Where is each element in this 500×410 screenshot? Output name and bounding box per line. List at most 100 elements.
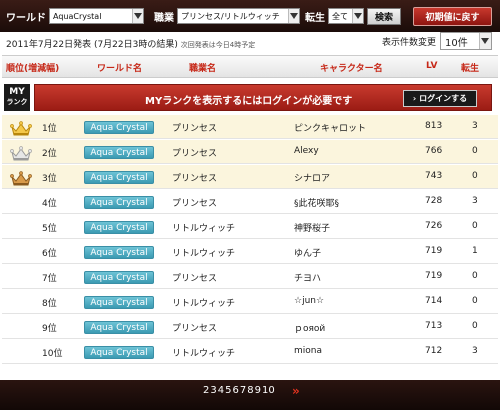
character-cell: シナロア: [294, 174, 331, 184]
rebirth-cell: 0: [472, 321, 478, 331]
rebirth-cell: 3: [472, 121, 478, 131]
lv-cell: 726: [425, 221, 443, 231]
job-cell: プリンセス: [172, 149, 218, 159]
rebirth-cell: 0: [472, 296, 478, 306]
header-rank: 順位(増減幅): [6, 64, 60, 74]
display-count-select[interactable]: 10件: [440, 32, 492, 50]
page-link[interactable]: 10: [262, 385, 275, 396]
rank-cell: 4位: [42, 199, 57, 209]
table-row: 9位 プリンセス ｐояой 713 0 Aqua Crystal: [2, 315, 498, 339]
login-button-label: ログインする: [419, 94, 468, 103]
job-select[interactable]: プリンセス/リトルウィッチ: [177, 8, 300, 24]
lv-cell: 813: [425, 121, 443, 131]
table-row: 8位 リトルウィッチ ☆jun☆ 714 0 Aqua Crystal: [2, 290, 498, 314]
rank-cell: 1位: [42, 124, 57, 134]
world-badge: Aqua Crystal: [84, 146, 154, 159]
my-rank-row: MY ランク MYランクを表示するにはログインが必要です › ログインする: [2, 82, 498, 112]
page-link[interactable]: 9: [255, 385, 261, 396]
job-select-value: プリンセス/リトルウィッチ: [181, 11, 280, 21]
world-badge: Aqua Crystal: [84, 121, 154, 134]
table-row: 10位 リトルウィッチ miona 712 3 Aqua Crystal: [2, 340, 498, 364]
lv-cell: 713: [425, 321, 443, 331]
rebirth-select-value: 全て: [332, 11, 348, 21]
reset-button[interactable]: 初期値に戻す: [413, 7, 492, 26]
page-link[interactable]: 7: [240, 385, 246, 396]
world-badge: Aqua Crystal: [84, 271, 154, 284]
world-select[interactable]: AquaCrystal: [49, 8, 144, 24]
rank-cell: 9位: [42, 324, 57, 334]
job-cell: プリンセス: [172, 199, 218, 209]
character-cell: ゆん子: [294, 249, 322, 259]
world-label: ワールド: [6, 12, 46, 24]
rank-cell: 10位: [42, 349, 63, 359]
rank-cell: 8位: [42, 299, 57, 309]
page-link[interactable]: 6: [233, 385, 239, 396]
world-badge: Aqua Crystal: [84, 221, 154, 234]
chevron-right-icon: ›: [412, 94, 417, 103]
job-cell: プリンセス: [172, 124, 218, 134]
character-cell: ☆jun☆: [294, 296, 325, 306]
job-label: 職業: [154, 12, 174, 24]
character-cell: チヨハ: [294, 274, 322, 284]
job-cell: プリンセス: [172, 324, 218, 334]
my-rank-banner: MYランクを表示するにはログインが必要です › ログインする: [34, 84, 492, 111]
rebirth-label: 転生: [305, 12, 325, 24]
character-cell: ピンクキャロット: [294, 124, 367, 134]
rebirth-cell: 3: [472, 346, 478, 356]
page-link[interactable]: 5: [225, 385, 231, 396]
rebirth-cell: 0: [472, 271, 478, 281]
lv-cell: 712: [425, 346, 443, 356]
lv-cell: 719: [425, 246, 443, 256]
table-row: 7位 プリンセス チヨハ 719 0 Aqua Crystal: [2, 265, 498, 289]
rank-cell: 2位: [42, 149, 57, 159]
table-row: 4位 プリンセス §此花咲耶§ 728 3 Aqua Crystal: [2, 190, 498, 214]
search-bar: ワールド AquaCrystal 職業 プリンセス/リトルウィッチ 転生 全て …: [0, 0, 500, 32]
my-rank-box: MY ランク: [4, 84, 30, 111]
header-lv: LV: [426, 61, 438, 71]
job-cell: リトルウィッチ: [172, 224, 236, 234]
display-count-label: 表示件数変更: [381, 37, 436, 48]
lv-cell: 714: [425, 296, 443, 306]
world-badge: Aqua Crystal: [84, 321, 154, 334]
silver-crown-icon: [10, 146, 32, 162]
header-job: 職業名: [189, 64, 217, 74]
header-rebirth: 転生: [461, 64, 480, 74]
world-badge: Aqua Crystal: [84, 246, 154, 259]
rank-cell: 5位: [42, 224, 57, 234]
my-rank-box-line2: ランク: [6, 98, 28, 106]
my-rank-box-line1: MY: [9, 87, 25, 97]
header-character: キャラクター名: [320, 64, 383, 74]
pagination: 2 3 4 5 6 7 8 9 10: [203, 385, 276, 396]
next-publish-note: 次回発表は今日4時予定: [180, 41, 256, 49]
chevron-down-icon: [288, 9, 299, 23]
job-cell: リトルウィッチ: [172, 299, 236, 309]
job-cell: プリンセス: [172, 274, 218, 284]
login-button[interactable]: › ログインする: [403, 90, 477, 107]
rebirth-select[interactable]: 全て: [328, 8, 364, 24]
page-link[interactable]: 2: [203, 385, 209, 396]
page-link[interactable]: 4: [218, 385, 224, 396]
chevron-down-icon: [132, 9, 143, 23]
gold-crown-icon: [10, 121, 32, 137]
world-badge: Aqua Crystal: [84, 346, 154, 359]
rebirth-cell: 3: [472, 196, 478, 206]
page-link[interactable]: 8: [247, 385, 253, 396]
login-required-message: MYランクを表示するにはログインが必要です: [145, 96, 353, 107]
page-link[interactable]: 3: [210, 385, 216, 396]
character-cell: §此花咲耶§: [294, 199, 340, 209]
rank-cell: 3位: [42, 174, 57, 184]
chevron-down-icon: [479, 33, 491, 49]
lv-cell: 743: [425, 171, 443, 181]
lv-cell: 728: [425, 196, 443, 206]
search-button[interactable]: 検索: [367, 7, 401, 25]
character-cell: 神野桜子: [294, 224, 331, 234]
display-count: 表示件数変更 10件: [382, 32, 492, 50]
table-row: 3位 プリンセス シナロア 743 0 Aqua Crystal: [2, 165, 498, 189]
rank-cell: 7位: [42, 274, 57, 284]
bronze-crown-icon: [10, 171, 32, 187]
double-chevron-right-icon[interactable]: »: [292, 384, 300, 398]
table-header: 順位(増減幅) ワールド名 職業名 キャラクター名 LV 転生: [2, 55, 498, 78]
job-cell: リトルウィッチ: [172, 349, 236, 359]
table-row: 1位 プリンセス ピンクキャロット 813 3 Aqua Crystal: [2, 115, 498, 139]
lv-cell: 766: [425, 146, 443, 156]
